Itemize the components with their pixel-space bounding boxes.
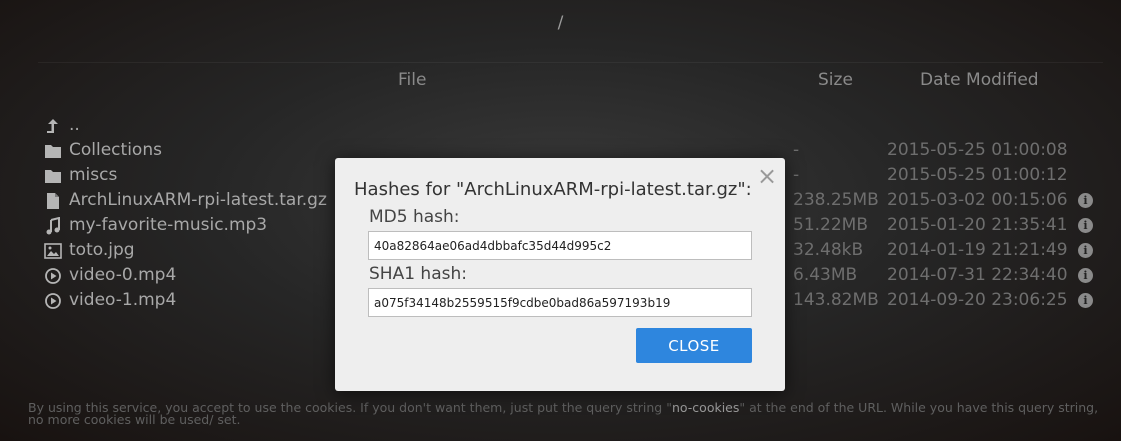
info-icon[interactable]: i (1078, 268, 1093, 283)
cookie-notice: By using this service, you accept to use… (28, 400, 1113, 426)
file-icon (44, 192, 62, 210)
file-name[interactable]: Collections (69, 140, 162, 160)
folder-icon (44, 167, 62, 185)
md5-label: MD5 hash: (369, 207, 460, 227)
file-date: 2015-03-02 00:15:06 (887, 190, 1068, 210)
file-name[interactable]: my-favorite-music.mp3 (69, 215, 267, 235)
file-date: 2014-01-19 21:21:49 (887, 240, 1068, 260)
info-icon[interactable]: i (1078, 293, 1093, 308)
file-name[interactable]: toto.jpg (69, 240, 135, 260)
file-name[interactable]: miscs (69, 165, 117, 185)
table-row[interactable]: .. (0, 114, 1121, 139)
file-date: 2015-05-25 01:00:08 (887, 140, 1068, 160)
folder-icon (44, 142, 62, 160)
file-size: 6.43MB (793, 265, 858, 285)
play-icon (44, 267, 62, 285)
file-size: 238.25MB (793, 190, 879, 210)
music-icon (44, 217, 62, 235)
close-icon[interactable]: × (757, 164, 777, 188)
info-icon[interactable]: i (1078, 218, 1093, 233)
hashes-dialog: × Hashes for "ArchLinuxARM-rpi-latest.ta… (335, 158, 785, 391)
file-name[interactable]: video-1.mp4 (69, 290, 176, 310)
column-header-file[interactable]: File (398, 70, 426, 90)
cookie-notice-query-string: no-cookies (671, 400, 740, 415)
image-icon (44, 242, 62, 260)
md5-hash-field[interactable] (368, 231, 752, 260)
divider (38, 62, 1103, 63)
file-size: - (793, 140, 800, 160)
file-date: 2015-01-20 21:35:41 (887, 215, 1068, 235)
column-header-size[interactable]: Size (818, 70, 853, 90)
file-size: 51.22MB (793, 215, 868, 235)
close-button[interactable]: CLOSE (636, 328, 752, 363)
file-size: 143.82MB (793, 290, 879, 310)
file-date: 2014-09-20 23:06:25 (887, 290, 1068, 310)
file-date: 2014-07-31 22:34:40 (887, 265, 1068, 285)
file-name[interactable]: ArchLinuxARM-rpi-latest.tar.gz (69, 190, 327, 210)
dialog-title: Hashes for "ArchLinuxARM-rpi-latest.tar.… (354, 179, 752, 200)
file-name[interactable]: video-0.mp4 (69, 265, 176, 285)
file-size: - (793, 165, 800, 185)
current-path: / (557, 13, 564, 33)
info-icon[interactable]: i (1078, 243, 1093, 258)
parent-dir-icon (44, 117, 62, 135)
sha1-label: SHA1 hash: (369, 264, 467, 284)
column-header-date[interactable]: Date Modified (920, 70, 1039, 90)
file-size: 32.48kB (793, 240, 864, 260)
play-icon (44, 292, 62, 310)
info-icon[interactable]: i (1078, 193, 1093, 208)
sha1-hash-field[interactable] (368, 288, 752, 317)
file-date: 2015-05-25 01:00:12 (887, 165, 1068, 185)
file-name[interactable]: .. (69, 115, 80, 135)
